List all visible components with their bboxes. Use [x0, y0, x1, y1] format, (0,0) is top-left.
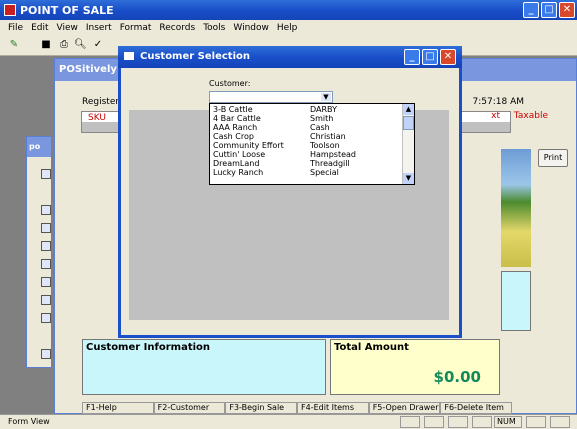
print-icon[interactable]: ⎙	[58, 39, 70, 51]
menu-tools[interactable]: Tools	[203, 23, 225, 33]
status-cell	[472, 416, 492, 428]
customer-label: Customer:	[209, 79, 251, 88]
database-window: po	[26, 136, 52, 368]
num-lock-indicator: NUM	[494, 416, 522, 428]
menu-records[interactable]: Records	[159, 23, 195, 33]
list-item[interactable]: DreamLand Threadgill	[210, 159, 400, 168]
app-logo-icon	[4, 4, 16, 16]
menu-format[interactable]: Format	[120, 23, 152, 33]
customer-information-box: Customer Information	[82, 339, 326, 395]
list-item[interactable]: Community Effort Toolson	[210, 141, 400, 150]
fkey-delete-item[interactable]: F6-Delete Item	[440, 402, 513, 414]
ranch-photo	[501, 149, 531, 267]
status-cell	[424, 416, 444, 428]
chevron-down-icon[interactable]: ▼	[321, 93, 331, 101]
app-window-controls: _ □ ✕	[523, 2, 575, 18]
fkey-open-drawer[interactable]: F5-Open Drawer	[368, 402, 441, 414]
column-taxable: Taxable	[513, 111, 548, 121]
side-info-box	[501, 271, 531, 331]
menu-view[interactable]: View	[57, 23, 78, 33]
customer-dropdown-list[interactable]: 3-B Cattle DARBY 4 Bar Cattle Smith AAA Ra…	[209, 103, 415, 185]
app-title: POINT OF SALE	[20, 3, 114, 17]
spelling-icon[interactable]: ✓	[92, 39, 104, 51]
dialog-close-button[interactable]: ✕	[440, 49, 456, 65]
modules-icon[interactable]	[41, 313, 51, 323]
reports-icon[interactable]	[41, 259, 51, 269]
open-icon[interactable]	[41, 169, 51, 179]
forms-icon[interactable]	[41, 241, 51, 251]
print-button[interactable]: Print	[538, 149, 568, 167]
menu-window[interactable]: Window	[233, 23, 269, 33]
pages-icon[interactable]	[41, 277, 51, 287]
maximize-button[interactable]: □	[541, 2, 557, 18]
design-view-icon[interactable]: ✎	[8, 39, 20, 51]
fkey-help[interactable]: F1-Help	[82, 402, 154, 414]
customer-combo[interactable]: ▼	[209, 91, 333, 103]
menu-edit[interactable]: Edit	[31, 23, 48, 33]
status-cell	[400, 416, 420, 428]
status-cell	[526, 416, 546, 428]
queries-icon[interactable]	[41, 223, 51, 233]
close-button[interactable]: ✕	[559, 2, 575, 18]
status-text: Form View	[8, 417, 50, 426]
register-label: Register:	[82, 97, 122, 107]
scroll-thumb[interactable]	[403, 116, 414, 130]
list-item[interactable]: Cash Crop Christian	[210, 132, 400, 141]
fkey-begin-sale[interactable]: F3-Begin Sale	[225, 402, 298, 414]
dialog-window-controls: _ □ ✕	[404, 49, 456, 65]
scroll-up-icon[interactable]: ▲	[403, 104, 414, 115]
fkey-customer[interactable]: F2-Customer	[153, 402, 226, 414]
dialog-maximize-button[interactable]: □	[422, 49, 438, 65]
total-amount-label: Total Amount	[334, 342, 409, 353]
total-amount-value: $0.00	[433, 368, 481, 386]
menu-bar: File Edit View Insert Format Records Too…	[0, 20, 577, 36]
customer-information-label: Customer Information	[86, 342, 211, 353]
status-bar: Form View NUM	[0, 414, 577, 429]
minimize-button[interactable]: _	[523, 2, 539, 18]
menu-insert[interactable]: Insert	[86, 23, 112, 33]
dialog-minimize-button[interactable]: _	[404, 49, 420, 65]
database-window-title: po	[27, 137, 51, 157]
save-icon[interactable]: ■	[40, 39, 52, 51]
list-item[interactable]: Cuttin' Loose Hampstead	[210, 150, 400, 159]
menu-file[interactable]: File	[8, 23, 23, 33]
dialog-title: Customer Selection	[140, 51, 250, 62]
total-amount-box: Total Amount $0.00	[330, 339, 500, 395]
app-title-bar: POINT OF SALE _ □ ✕	[0, 0, 577, 20]
list-item[interactable]: AAA Ranch Cash	[210, 123, 400, 132]
list-item[interactable]: Lucky Ranch Special	[210, 168, 400, 177]
customer-selection-dialog: Customer Selection _ □ ✕ Customer: ▼ 3-B…	[118, 46, 462, 338]
form-icon	[124, 52, 134, 60]
column-ext: xt	[491, 111, 500, 121]
macros-icon[interactable]	[41, 295, 51, 305]
function-key-bar: F1-Help F2-Customer F3-Begin Sale F4-Edi…	[82, 402, 513, 414]
print-preview-icon[interactable]: 🔍︎	[74, 39, 87, 51]
menu-help[interactable]: Help	[277, 23, 298, 33]
tables-icon[interactable]	[41, 205, 51, 215]
fkey-edit-items[interactable]: F4-Edit Items	[297, 402, 369, 414]
clock-time: 7:57:18 AM	[472, 97, 524, 107]
list-item[interactable]: 3-B Cattle DARBY	[210, 105, 400, 114]
groups-icon[interactable]	[41, 349, 51, 359]
dropdown-scrollbar[interactable]: ▲ ▼	[402, 104, 414, 184]
list-item[interactable]: 4 Bar Cattle Smith	[210, 114, 400, 123]
status-cell	[550, 416, 570, 428]
status-cell	[448, 416, 468, 428]
scroll-down-icon[interactable]: ▼	[403, 173, 414, 184]
